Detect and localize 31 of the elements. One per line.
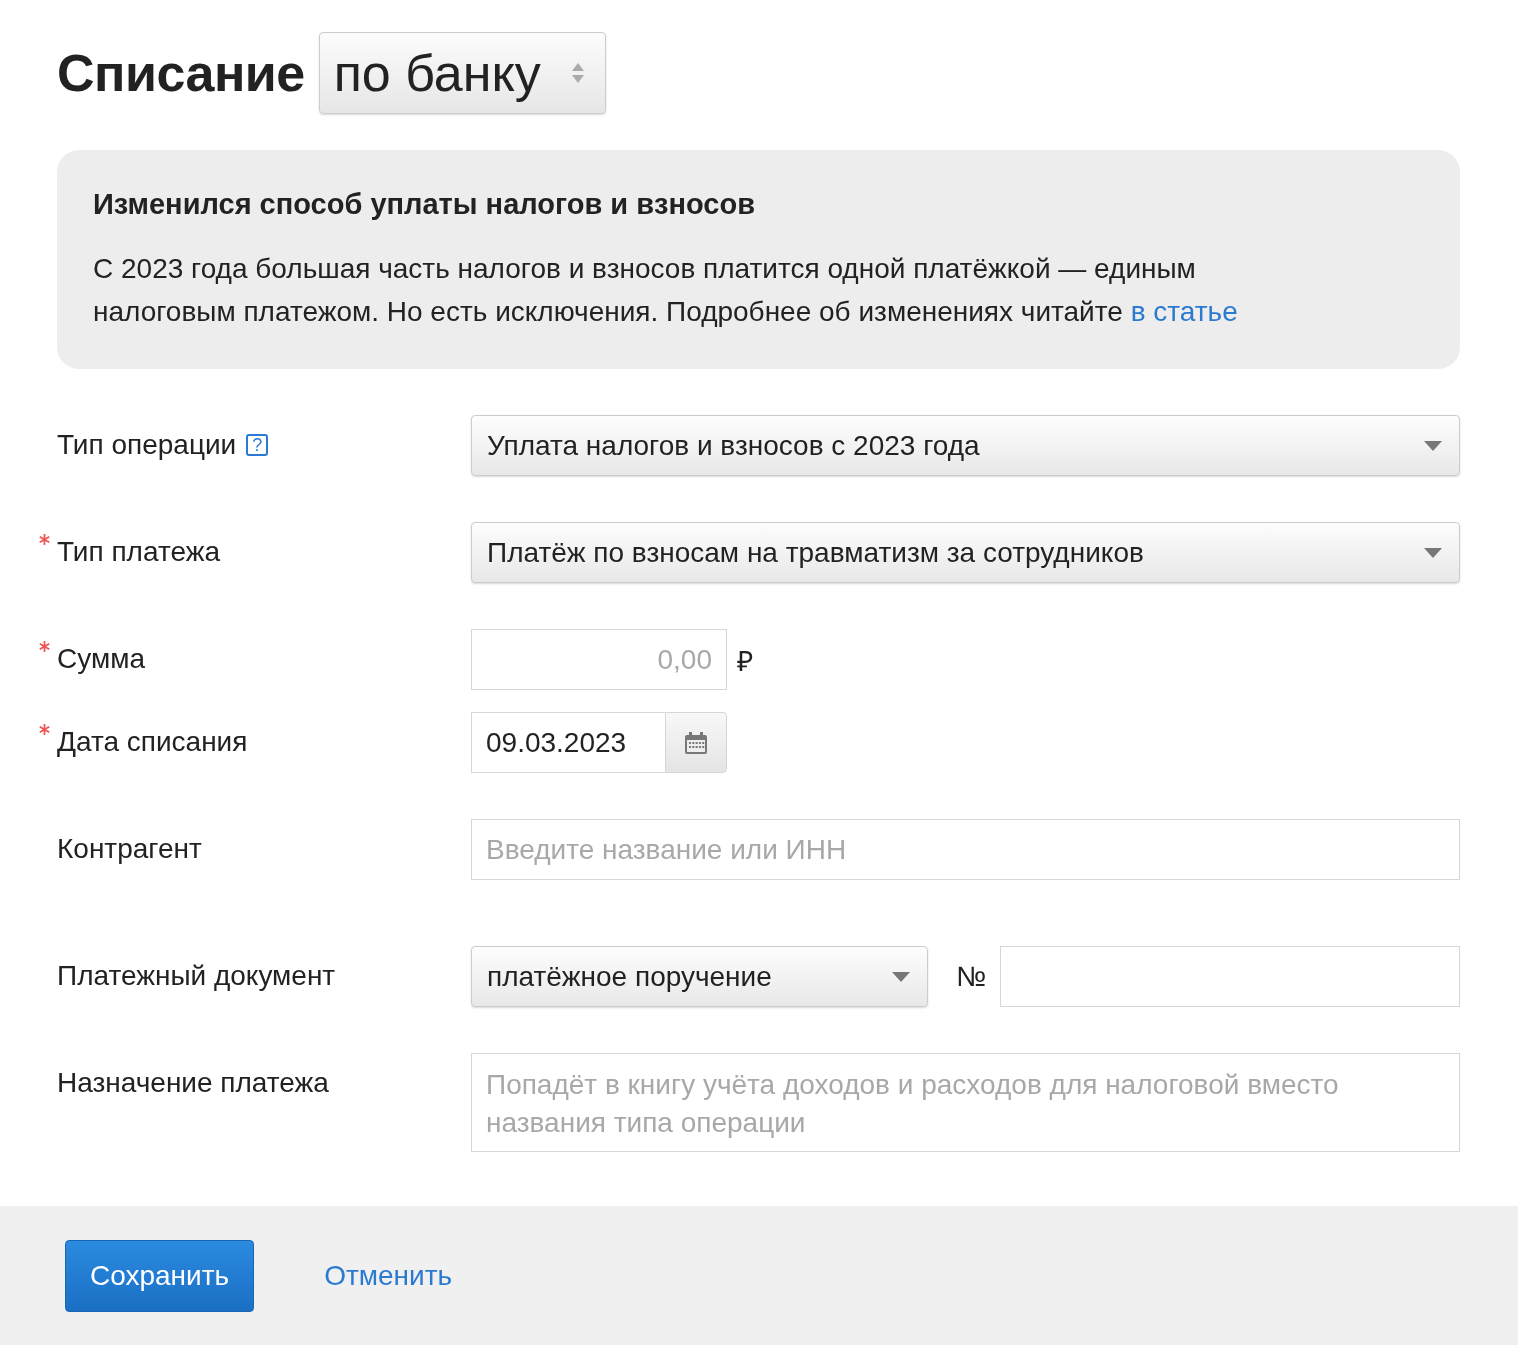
number-field[interactable] (1000, 946, 1460, 1007)
field-label: Назначение платежа (57, 1067, 329, 1099)
notice-text: С 2023 года большая часть налогов и взносов платится одной платёжкой — единым налоговым платежом. Но есть исключения. Подробнее об изменениях читайте в статье (93, 252, 1239, 329)
article-link[interactable]: в статье (1130, 296, 1238, 327)
notice-title: Изменился способ уплаты налогов и взносов (93, 188, 756, 221)
date-field[interactable]: 09.03.2023 (471, 712, 665, 773)
calendar-button[interactable] (665, 712, 727, 773)
caret-icon (891, 970, 911, 983)
mode-dropdown[interactable]: по банку (318, 32, 606, 114)
save-button[interactable]: Сохранить (65, 1239, 255, 1312)
sort-arrows-icon (570, 62, 585, 84)
counterparty-field[interactable]: Введите название или ИНН (471, 819, 1460, 880)
field-label: Контрагент (57, 833, 202, 865)
dropdown[interactable]: платёжное поручение (471, 946, 928, 1007)
page-title: Списание (57, 43, 305, 103)
caret-icon (1423, 546, 1443, 559)
field-label: Тип платежа (57, 536, 220, 568)
currency-sign: ₽ (737, 644, 753, 679)
caret-icon (1423, 439, 1443, 452)
field-label: Дата списания (57, 726, 248, 758)
field-label: Тип операции (57, 429, 237, 461)
purpose-field[interactable]: Попадёт в книгу учёта доходов и расходов для налоговой вместо названия типа операции (471, 1053, 1460, 1152)
help-icon[interactable]: ? (246, 434, 269, 456)
amount-field[interactable]: 0,00 (471, 629, 727, 690)
field-label: Сумма (57, 643, 145, 675)
calendar-icon (683, 729, 709, 756)
field-label: Платежный документ (57, 960, 336, 992)
cancel-link[interactable]: Отменить (324, 1259, 453, 1292)
number-label: № (956, 960, 987, 993)
dropdown[interactable]: Платёж по взносам на травматизм за сотрудников (471, 522, 1460, 583)
dropdown[interactable]: Уплата налогов и взносов с 2023 года (471, 415, 1460, 476)
